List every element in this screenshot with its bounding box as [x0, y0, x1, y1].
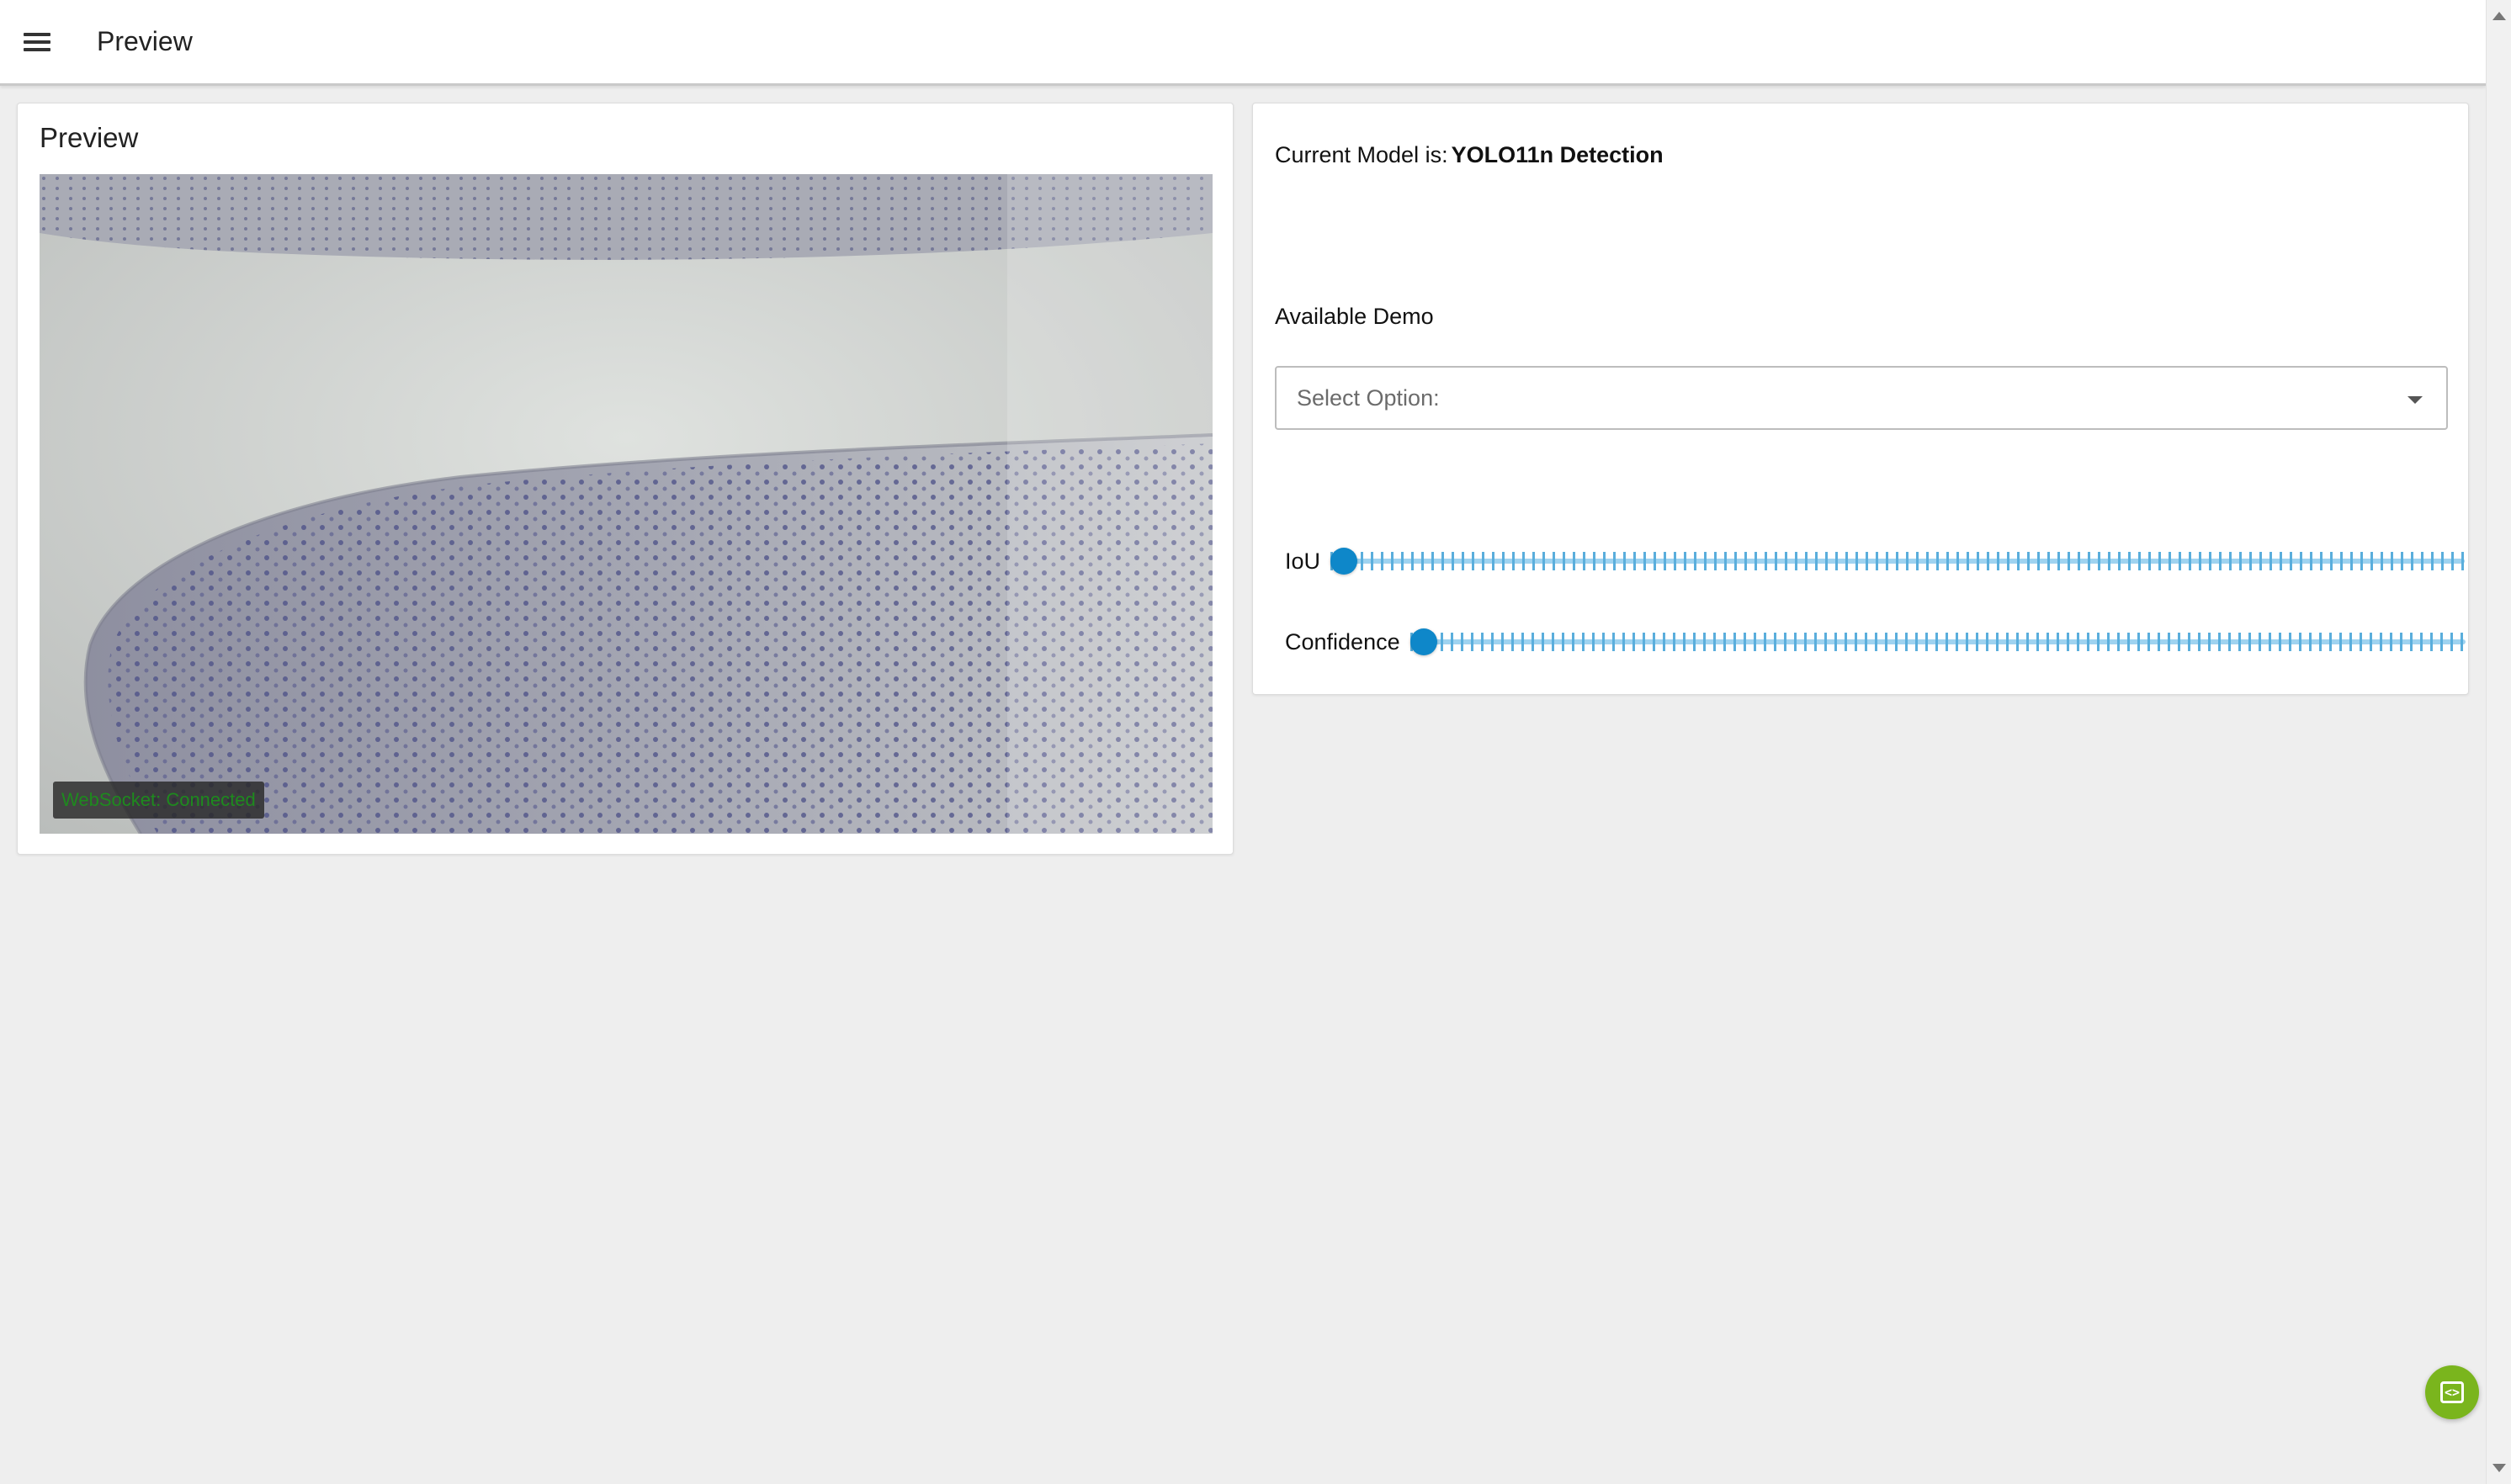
- confidence-slider-row: Confidence: [1285, 622, 2466, 662]
- current-model-line: Current Model is: YOLO11n Detection: [1275, 142, 1664, 168]
- preview-card: Preview WebSocket: Connected: [17, 103, 1234, 855]
- demo-select[interactable]: Select Option:: [1275, 366, 2448, 430]
- current-model-label: Current Model is:: [1275, 142, 1448, 167]
- confidence-slider-thumb[interactable]: [1409, 628, 1437, 655]
- code-screen-button[interactable]: <>: [2425, 1365, 2479, 1419]
- preview-title: Preview: [40, 122, 139, 153]
- confidence-slider-label: Confidence: [1285, 628, 1400, 655]
- confidence-slider[interactable]: [1409, 622, 2466, 662]
- iou-slider-row: IoU: [1285, 541, 2466, 581]
- app-bar: Preview: [0, 0, 2486, 86]
- iou-slider-ticks: [1330, 552, 2466, 570]
- available-demo-label: Available Demo: [1275, 304, 1434, 329]
- page-title: Preview: [97, 26, 193, 56]
- iou-slider[interactable]: [1330, 541, 2466, 581]
- hamburger-menu-icon[interactable]: [0, 0, 74, 85]
- current-model-name: YOLO11n Detection: [1451, 142, 1664, 167]
- code-screen-icon: <>: [2440, 1381, 2464, 1403]
- scroll-down-icon[interactable]: [2492, 1464, 2506, 1472]
- chevron-down-icon[interactable]: [2407, 396, 2423, 404]
- confidence-slider-ticks: [1409, 633, 2466, 651]
- scroll-up-icon[interactable]: [2492, 12, 2506, 20]
- microscope-image: [40, 174, 1213, 834]
- model-controls-card: Current Model is: YOLO11n Detection Avail…: [1252, 103, 2469, 695]
- camera-preview-stream: WebSocket: Connected: [40, 174, 1213, 834]
- iou-slider-label: IoU: [1285, 548, 1321, 574]
- iou-slider-thumb[interactable]: [1330, 548, 1358, 575]
- page-scrollbar[interactable]: [2486, 0, 2511, 1484]
- websocket-status-badge: WebSocket: Connected: [53, 782, 264, 819]
- demo-select-placeholder: Select Option:: [1297, 384, 1440, 411]
